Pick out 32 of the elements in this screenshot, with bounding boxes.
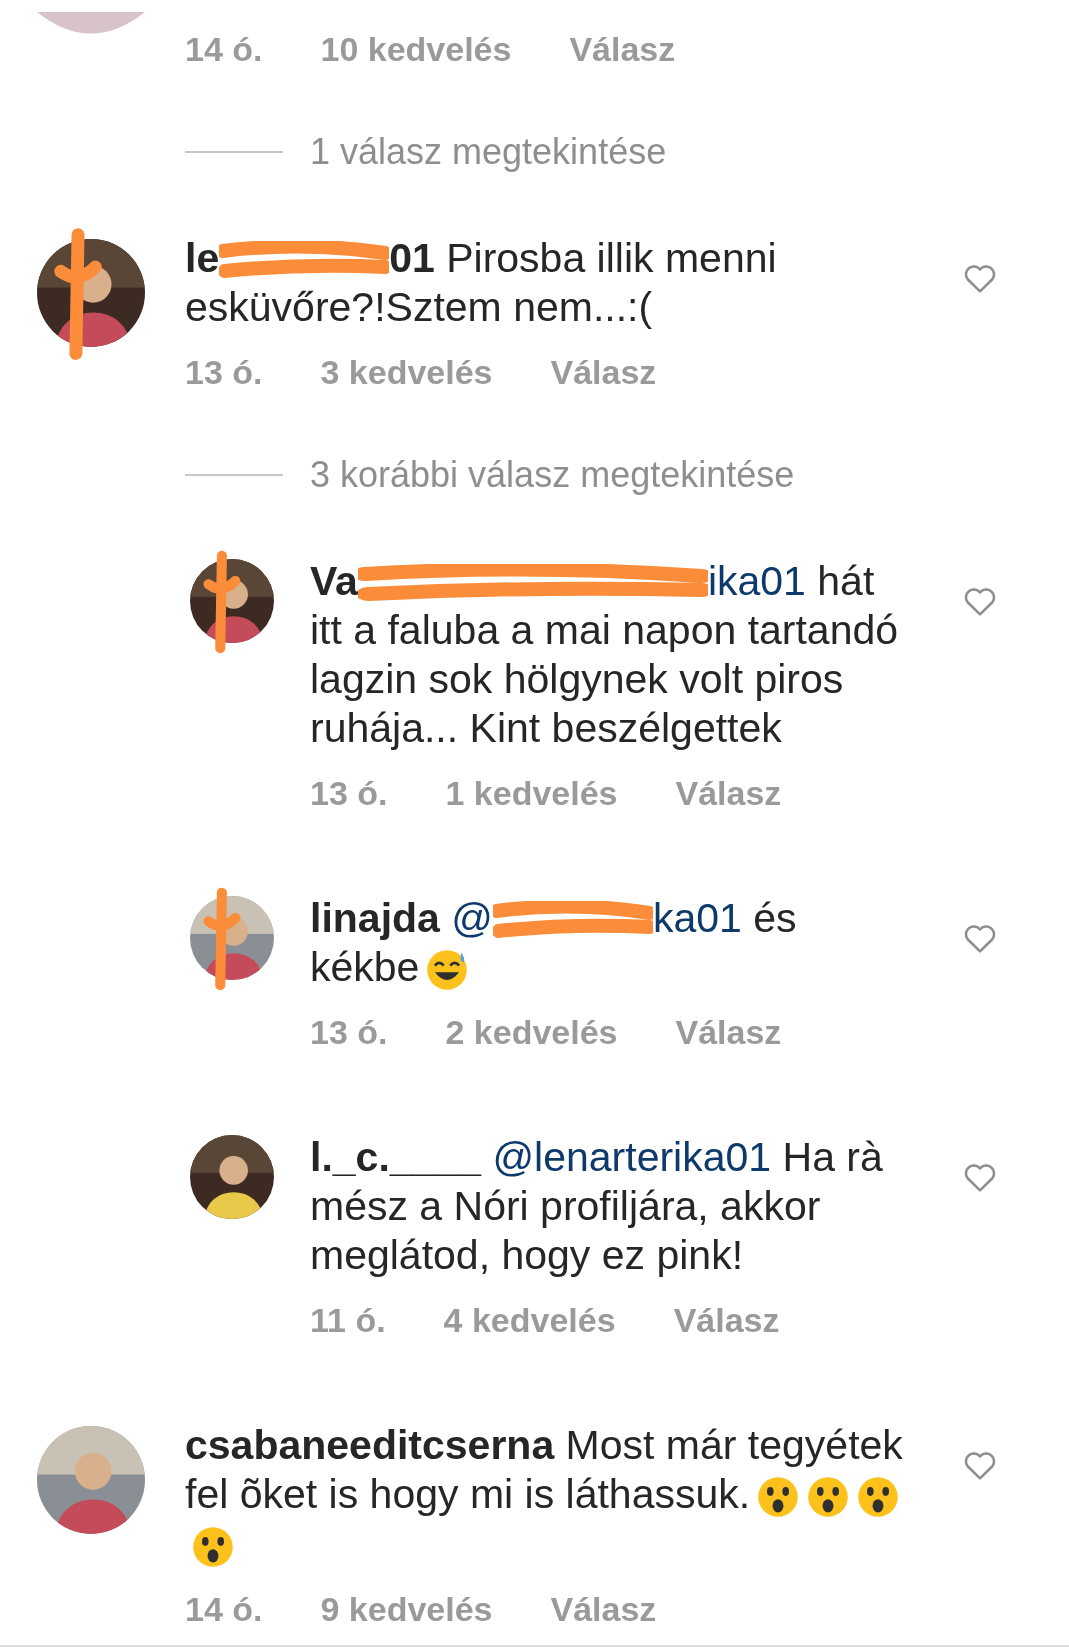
view-replies-link[interactable]: 3 korábbi válasz megtekintése: [310, 454, 795, 496]
surprised-emoji-icon: [756, 1475, 801, 1520]
comment-time: 13 ó.: [310, 773, 388, 814]
smile-emoji-icon: [425, 948, 470, 993]
comment-text: Va ika01 hát itt a faluba a mai napon tartandó lagzin sok hölgynek volt piros ruhája... Kint beszélgettek: [310, 557, 900, 753]
like-count[interactable]: 9 kedvelés: [320, 1583, 493, 1634]
like-count[interactable]: 1 kedvelés: [445, 768, 618, 818]
comment-text: linajda @ ka01 és kékbe: [310, 894, 909, 993]
surprised-emoji-icon: [191, 1524, 235, 1569]
reply-link[interactable]: Válasz: [550, 1583, 657, 1634]
comment-time: 13 ó.: [185, 352, 263, 393]
comment-text: csabaneeditcserna Most már tegyétek fel õket is hogy mi is láthassuk.: [185, 1421, 909, 1569]
reply-link[interactable]: Válasz: [675, 1007, 782, 1058]
comment-time: 14 ó.: [185, 1588, 263, 1630]
comment-time: 13 ó.: [310, 1012, 388, 1054]
avatar[interactable]: [37, 226, 145, 360]
like-count[interactable]: 2 kedvelés: [445, 1007, 618, 1058]
like-count[interactable]: 3 kedvelés: [320, 347, 493, 397]
surprised-emoji-icon: [806, 1475, 851, 1520]
view-replies-link[interactable]: 1 válasz megtekintése: [310, 131, 667, 173]
comment-text: le 01 Pirosba illik menni esküvőre?!Sztem nem...:(: [185, 234, 778, 332]
surprised-emoji-icon: [856, 1475, 901, 1520]
like-count[interactable]: 10 kedvelés: [320, 24, 512, 74]
comment-time: 11 ó.: [310, 1300, 386, 1342]
reply-link[interactable]: Válasz: [569, 24, 676, 74]
reply-link[interactable]: Válasz: [673, 1295, 780, 1346]
like-count[interactable]: 4 kedvelés: [443, 1295, 616, 1346]
reply-link[interactable]: Válasz: [675, 768, 782, 818]
comment-text: l._c.____ @lenarterika01 Ha rà mész a Nóri profiljára, akkor meglátod, hogy ez pink!: [310, 1133, 884, 1281]
avatar[interactable]: [190, 549, 274, 654]
comment-time: 14 ó.: [185, 29, 263, 70]
reply-link[interactable]: Válasz: [550, 347, 657, 397]
